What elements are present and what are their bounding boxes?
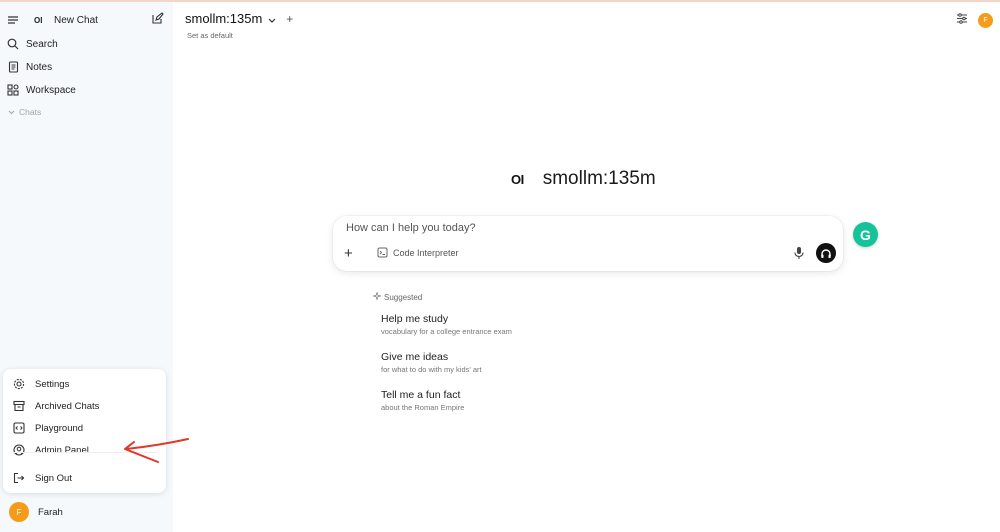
search-icon <box>6 37 20 51</box>
suggestion-item[interactable]: Tell me a fun fact about the Roman Empir… <box>381 389 464 412</box>
chat-composer: How can I help you today? + Code Interpr… <box>333 216 843 271</box>
chevron-down-icon <box>268 11 276 26</box>
suggestion-subtitle: vocabulary for a college entrance exam <box>381 327 512 336</box>
add-attachment-button[interactable]: + <box>344 245 353 262</box>
code-icon <box>12 422 25 435</box>
new-chat-label[interactable]: New Chat <box>54 15 98 26</box>
suggestion-title: Help me study <box>381 313 449 325</box>
grammarly-icon[interactable]: G <box>853 222 878 247</box>
menu-item-settings[interactable]: Settings <box>3 374 166 394</box>
chevron-down-icon <box>8 107 15 117</box>
suggestion-item[interactable]: Give me ideas for what to do with my kid… <box>381 351 482 374</box>
microphone-icon[interactable] <box>793 246 805 260</box>
sidebar-item-search[interactable]: Search <box>0 33 173 55</box>
suggested-label: Suggested <box>384 292 423 302</box>
terminal-icon <box>377 247 388 258</box>
menu-icon[interactable] <box>6 13 20 27</box>
sidebar-item-label: Search <box>26 38 58 50</box>
suggestion-subtitle: about the Roman Empire <box>381 403 465 412</box>
menu-item-label: Settings <box>35 378 70 390</box>
code-interpreter-toggle[interactable]: Code Interpreter <box>377 247 459 258</box>
header-actions: F <box>956 11 993 29</box>
menu-item-label: Admin Panel <box>35 444 89 456</box>
sidebar-item-label: Workspace <box>26 84 76 96</box>
add-model-icon[interactable]: + <box>286 12 293 26</box>
controls-icon[interactable] <box>956 11 968 29</box>
sidebar-item-notes[interactable]: Notes <box>0 56 173 78</box>
menu-item-label: Playground <box>35 422 84 434</box>
model-selector[interactable]: smollm:135m + <box>185 11 293 26</box>
user-profile-button[interactable]: F Farah <box>9 502 63 522</box>
workspace-icon <box>6 83 20 97</box>
sidebar-item-label: Notes <box>26 61 53 73</box>
user-name: Farah <box>38 506 63 518</box>
avatar: F <box>9 502 29 522</box>
avatar[interactable]: F <box>978 12 993 28</box>
prompt-placeholder: How can I help you today? <box>346 222 476 234</box>
sidebar-header: OI New Chat <box>0 9 173 31</box>
menu-item-archived-chats[interactable]: Archived Chats <box>3 396 166 416</box>
menu-item-sign-out[interactable]: Sign Out <box>3 468 166 488</box>
sidebar-item-workspace[interactable]: Workspace <box>0 79 173 101</box>
suggested-header: Suggested <box>372 291 423 302</box>
headphones-icon <box>821 248 831 258</box>
new-chat-icon[interactable] <box>151 12 164 28</box>
prompt-input[interactable]: How can I help you today? <box>346 222 476 234</box>
logo-icon: OI <box>511 171 524 187</box>
chats-header[interactable]: Chats <box>8 107 41 117</box>
annotation-arrow-icon <box>124 438 189 463</box>
sparkle-icon <box>372 291 382 302</box>
chats-header-label: Chats <box>19 107 42 117</box>
archive-icon <box>12 400 25 413</box>
sign-out-icon <box>12 472 25 485</box>
menu-item-label: Archived Chats <box>35 400 100 412</box>
menu-item-label: Sign Out <box>35 472 72 484</box>
notes-icon <box>6 60 20 74</box>
model-name: smollm:135m <box>185 11 263 26</box>
user-circle-icon <box>12 444 25 457</box>
gear-icon <box>12 378 25 391</box>
code-interpreter-label: Code Interpreter <box>393 247 459 258</box>
set-default-link[interactable]: Set as default <box>187 31 233 40</box>
logo-icon: OI <box>34 15 43 25</box>
suggestion-subtitle: for what to do with my kids' art <box>381 365 482 374</box>
model-hero: OI smollm:135m <box>511 168 656 190</box>
suggestion-item[interactable]: Help me study vocabulary for a college e… <box>381 313 512 336</box>
suggestion-title: Give me ideas <box>381 351 449 363</box>
suggestion-title: Tell me a fun fact <box>381 389 461 401</box>
voice-mode-button[interactable] <box>816 243 836 263</box>
user-menu: Settings Archived Chats Playground Admin… <box>3 369 166 493</box>
hero-title: smollm:135m <box>542 168 656 189</box>
